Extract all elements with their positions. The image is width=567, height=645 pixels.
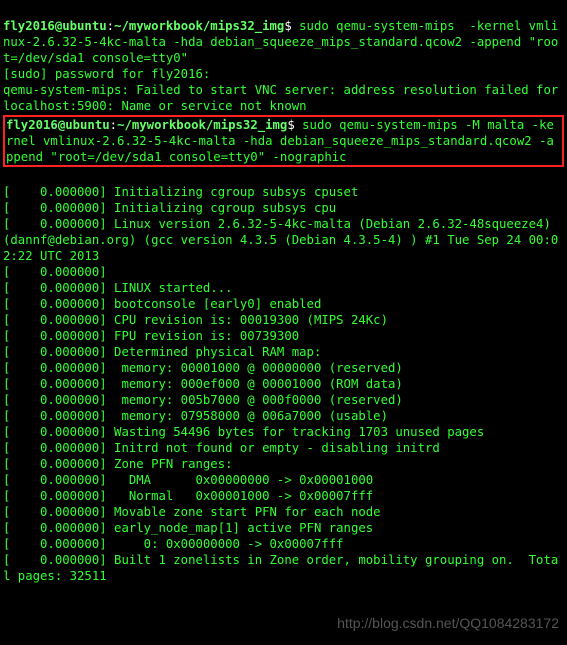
boot-line: [ 0.000000] memory: 00001000 @ 00000000 … [3,361,403,375]
boot-line: [ 0.000000] Initializing cgroup subsys c… [3,201,336,215]
terminal[interactable]: fly2016@ubuntu:~/myworkbook/mips32_img$ … [0,0,567,586]
boot-line: [ 0.000000] CPU revision is: 00019300 (M… [3,313,388,327]
prompt-line-2: fly2016@ubuntu:~/myworkbook/mips32_img$ … [6,118,554,164]
highlighted-command-box: fly2016@ubuntu:~/myworkbook/mips32_img$ … [3,115,564,167]
prompt-dollar-2: $ [287,118,294,132]
boot-line: [ 0.000000] Linux version 2.6.32-5-4kc-m… [3,217,558,263]
prompt-line-1: fly2016@ubuntu:~/myworkbook/mips32_img$ … [3,19,558,65]
boot-line: [ 0.000000] Built 1 zonelists in Zone or… [3,553,558,583]
prompt-dollar: $ [284,19,291,33]
boot-line: [ 0.000000] memory: 000ef000 @ 00001000 … [3,377,403,391]
boot-line: [ 0.000000] Wasting 54496 bytes for trac… [3,425,484,439]
boot-line: [ 0.000000] [3,265,114,279]
boot-line: [ 0.000000] Determined physical RAM map: [3,345,321,359]
prompt-path: ~/myworkbook/mips32_img [114,19,284,33]
boot-line: [ 0.000000] memory: 005b7000 @ 000f0000 … [3,393,403,407]
boot-line: [ 0.000000] LINUX started... [3,281,233,295]
output-sudo-pw: [sudo] password for fly2016: [3,67,210,81]
boot-line: [ 0.000000] Movable zone start PFN for e… [3,505,381,519]
boot-line: [ 0.000000] 0: 0x00000000 -> 0x00007fff [3,537,344,551]
prompt-userhost: fly2016@ubuntu [3,19,107,33]
boot-line: [ 0.000000] memory: 07958000 @ 006a7000 … [3,409,388,423]
boot-line: [ 0.000000] Normal 0x00001000 -> 0x00007… [3,489,373,503]
prompt-userhost-2: fly2016@ubuntu [6,118,110,132]
boot-line: [ 0.000000] early_node_map[1] active PFN… [3,521,373,535]
boot-line: [ 0.000000] Initrd not found or empty - … [3,441,440,455]
prompt-sep-2: : [110,118,117,132]
prompt-path-2: ~/myworkbook/mips32_img [117,118,287,132]
boot-line: [ 0.000000] bootconsole [early0] enabled [3,297,321,311]
boot-line: [ 0.000000] DMA 0x00000000 -> 0x00001000 [3,473,373,487]
watermark: http://blog.csdn.net/QQ1084283172 [337,615,559,631]
boot-line: [ 0.000000] FPU revision is: 00739300 [3,329,299,343]
output-vnc-error: qemu-system-mips: Failed to start VNC se… [3,83,566,113]
boot-line: [ 0.000000] Initializing cgroup subsys c… [3,185,358,199]
boot-line: [ 0.000000] Zone PFN ranges: [3,457,233,471]
prompt-sep: : [107,19,114,33]
